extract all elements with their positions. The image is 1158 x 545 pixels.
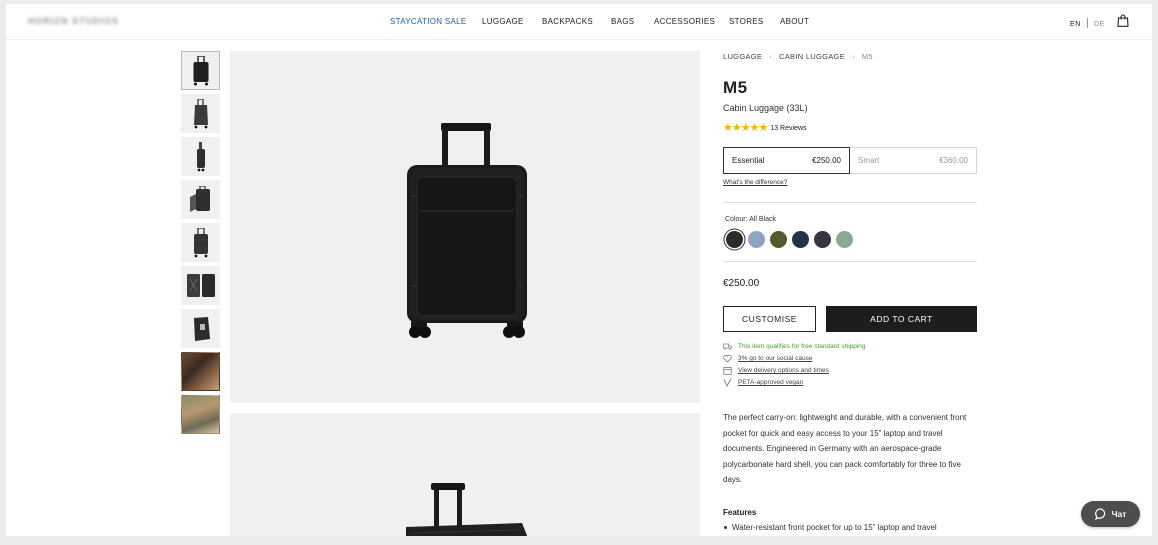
- perk-vegan[interactable]: PETA-approved vegan: [723, 378, 803, 387]
- thumbnail-6[interactable]: [181, 266, 220, 305]
- breadcrumb-current: M5: [861, 52, 873, 61]
- nav-item-stores[interactable]: STORES: [729, 17, 764, 26]
- difference-link[interactable]: What's the difference?: [723, 179, 787, 186]
- product-description: The perfect carry-on: lightweight and du…: [723, 413, 967, 484]
- product-subtitle: Cabin Luggage (33L): [723, 103, 808, 113]
- thumbnail-9[interactable]: [181, 395, 220, 434]
- suitcase-angle-illustration: [406, 483, 528, 536]
- perk-text[interactable]: 3% go to our social cause: [738, 355, 812, 362]
- nav-item-luggage[interactable]: LUGGAGE: [482, 17, 524, 26]
- site-header: HORIZN STUDIOS STAYCATION SALE LUGGAGE B…: [6, 4, 1152, 40]
- breadcrumb: LUGGAGE › CABIN LUGGAGE › M5: [723, 52, 873, 61]
- shopping-bag-icon[interactable]: [1117, 14, 1129, 27]
- lang-en[interactable]: EN: [1070, 21, 1081, 28]
- suitcase-open-image: [186, 273, 215, 297]
- perk-social-cause[interactable]: 3% go to our social cause: [723, 354, 812, 363]
- chat-button[interactable]: Чат: [1081, 501, 1140, 527]
- feature-item: Water-resistant front pocket for up to 1…: [723, 523, 937, 532]
- suitcase-angle-image: [193, 98, 208, 128]
- truck-icon: [723, 343, 732, 350]
- colour-swatch-navy[interactable]: [792, 231, 809, 248]
- product-page: HORIZN STUDIOS STAYCATION SALE LUGGAGE B…: [6, 4, 1152, 536]
- nav-item-backpacks[interactable]: BACKPACKS: [542, 17, 593, 26]
- review-count[interactable]: 13 Reviews: [770, 125, 806, 132]
- colour-label: Colour: All Black: [725, 216, 776, 223]
- nav-item-bags[interactable]: BAGS: [611, 17, 634, 26]
- colour-swatch-all-black[interactable]: [726, 231, 743, 248]
- add-to-cart-button[interactable]: ADD TO CART: [826, 306, 977, 332]
- thumbnail-5[interactable]: [181, 223, 220, 262]
- product-title: M5: [723, 78, 748, 97]
- variant-price: €360.00: [939, 156, 968, 165]
- suitcase-monogram-image: [193, 316, 210, 341]
- variant-price: €250.00: [812, 156, 841, 165]
- divider: [723, 202, 977, 203]
- nav-item-about[interactable]: ABOUT: [780, 17, 809, 26]
- breadcrumb-cabin-luggage[interactable]: CABIN LUGGAGE: [779, 52, 845, 61]
- feature-text: Water-resistant front pocket for up to 1…: [732, 523, 937, 532]
- suitcase-illustration: [407, 123, 527, 338]
- product-main-image[interactable]: [230, 51, 700, 403]
- variant-name: Essential: [732, 156, 765, 165]
- features-heading: Features: [723, 508, 757, 517]
- suitcase-front-image: [193, 55, 208, 85]
- chat-label: Чат: [1111, 509, 1127, 519]
- perk-text: This item qualifies for free standard sh…: [738, 343, 866, 350]
- thumbnail-1[interactable]: [181, 51, 220, 90]
- colour-swatch-graphite[interactable]: [814, 231, 831, 248]
- nav-item-staycation-sale[interactable]: STAYCATION SALE: [390, 17, 467, 26]
- variant-essential[interactable]: Essential €250.00: [723, 147, 850, 174]
- lang-de[interactable]: DE: [1094, 21, 1105, 28]
- lang-divider: [1086, 18, 1088, 28]
- product-rating[interactable]: ★★★★★ 13 Reviews: [723, 121, 807, 134]
- chat-bubble-icon: [1094, 508, 1105, 520]
- chevron-right-icon: ›: [769, 52, 773, 61]
- nav-item-accessories[interactable]: ACCESSORIES: [654, 17, 715, 26]
- thumbnail-7[interactable]: [181, 309, 220, 348]
- colour-swatch-olive[interactable]: [770, 231, 787, 248]
- thumbnail-2[interactable]: [181, 94, 220, 133]
- product-secondary-image[interactable]: [230, 413, 700, 536]
- suitcase-back-image: [193, 227, 208, 257]
- perk-text[interactable]: View delivery options and times: [738, 367, 829, 374]
- vegan-icon: [723, 378, 732, 387]
- perk-text[interactable]: PETA-approved vegan: [738, 379, 803, 386]
- colour-swatch-light-blue[interactable]: [748, 231, 765, 248]
- breadcrumb-luggage[interactable]: LUGGAGE: [723, 52, 762, 61]
- chevron-right-icon: ›: [852, 52, 855, 61]
- perk-delivery-options[interactable]: View delivery options and times: [723, 366, 829, 375]
- suitcase-side-image: [196, 141, 205, 171]
- product-price: €250.00: [723, 278, 760, 289]
- calendar-icon: [723, 367, 732, 375]
- perk-free-shipping: This item qualifies for free standard sh…: [723, 342, 866, 351]
- bullet-icon: [724, 525, 727, 529]
- divider: [723, 261, 977, 262]
- colour-swatch-sage[interactable]: [836, 231, 853, 248]
- heart-icon: [723, 354, 732, 363]
- thumbnail-4[interactable]: [181, 180, 220, 219]
- suitcase-open-pocket-image: [189, 185, 210, 212]
- language-switcher: EN DE: [1070, 18, 1105, 28]
- variant-smart[interactable]: Smart €360.00: [850, 147, 977, 174]
- brand-logo[interactable]: HORIZN STUDIOS: [28, 16, 128, 27]
- thumbnail-3[interactable]: [181, 137, 220, 176]
- star-rating-icon: ★★★★★: [723, 122, 768, 134]
- thumbnail-8[interactable]: [181, 352, 220, 391]
- variant-name: Smart: [858, 156, 880, 165]
- customise-button[interactable]: CUSTOMISE: [723, 306, 816, 332]
